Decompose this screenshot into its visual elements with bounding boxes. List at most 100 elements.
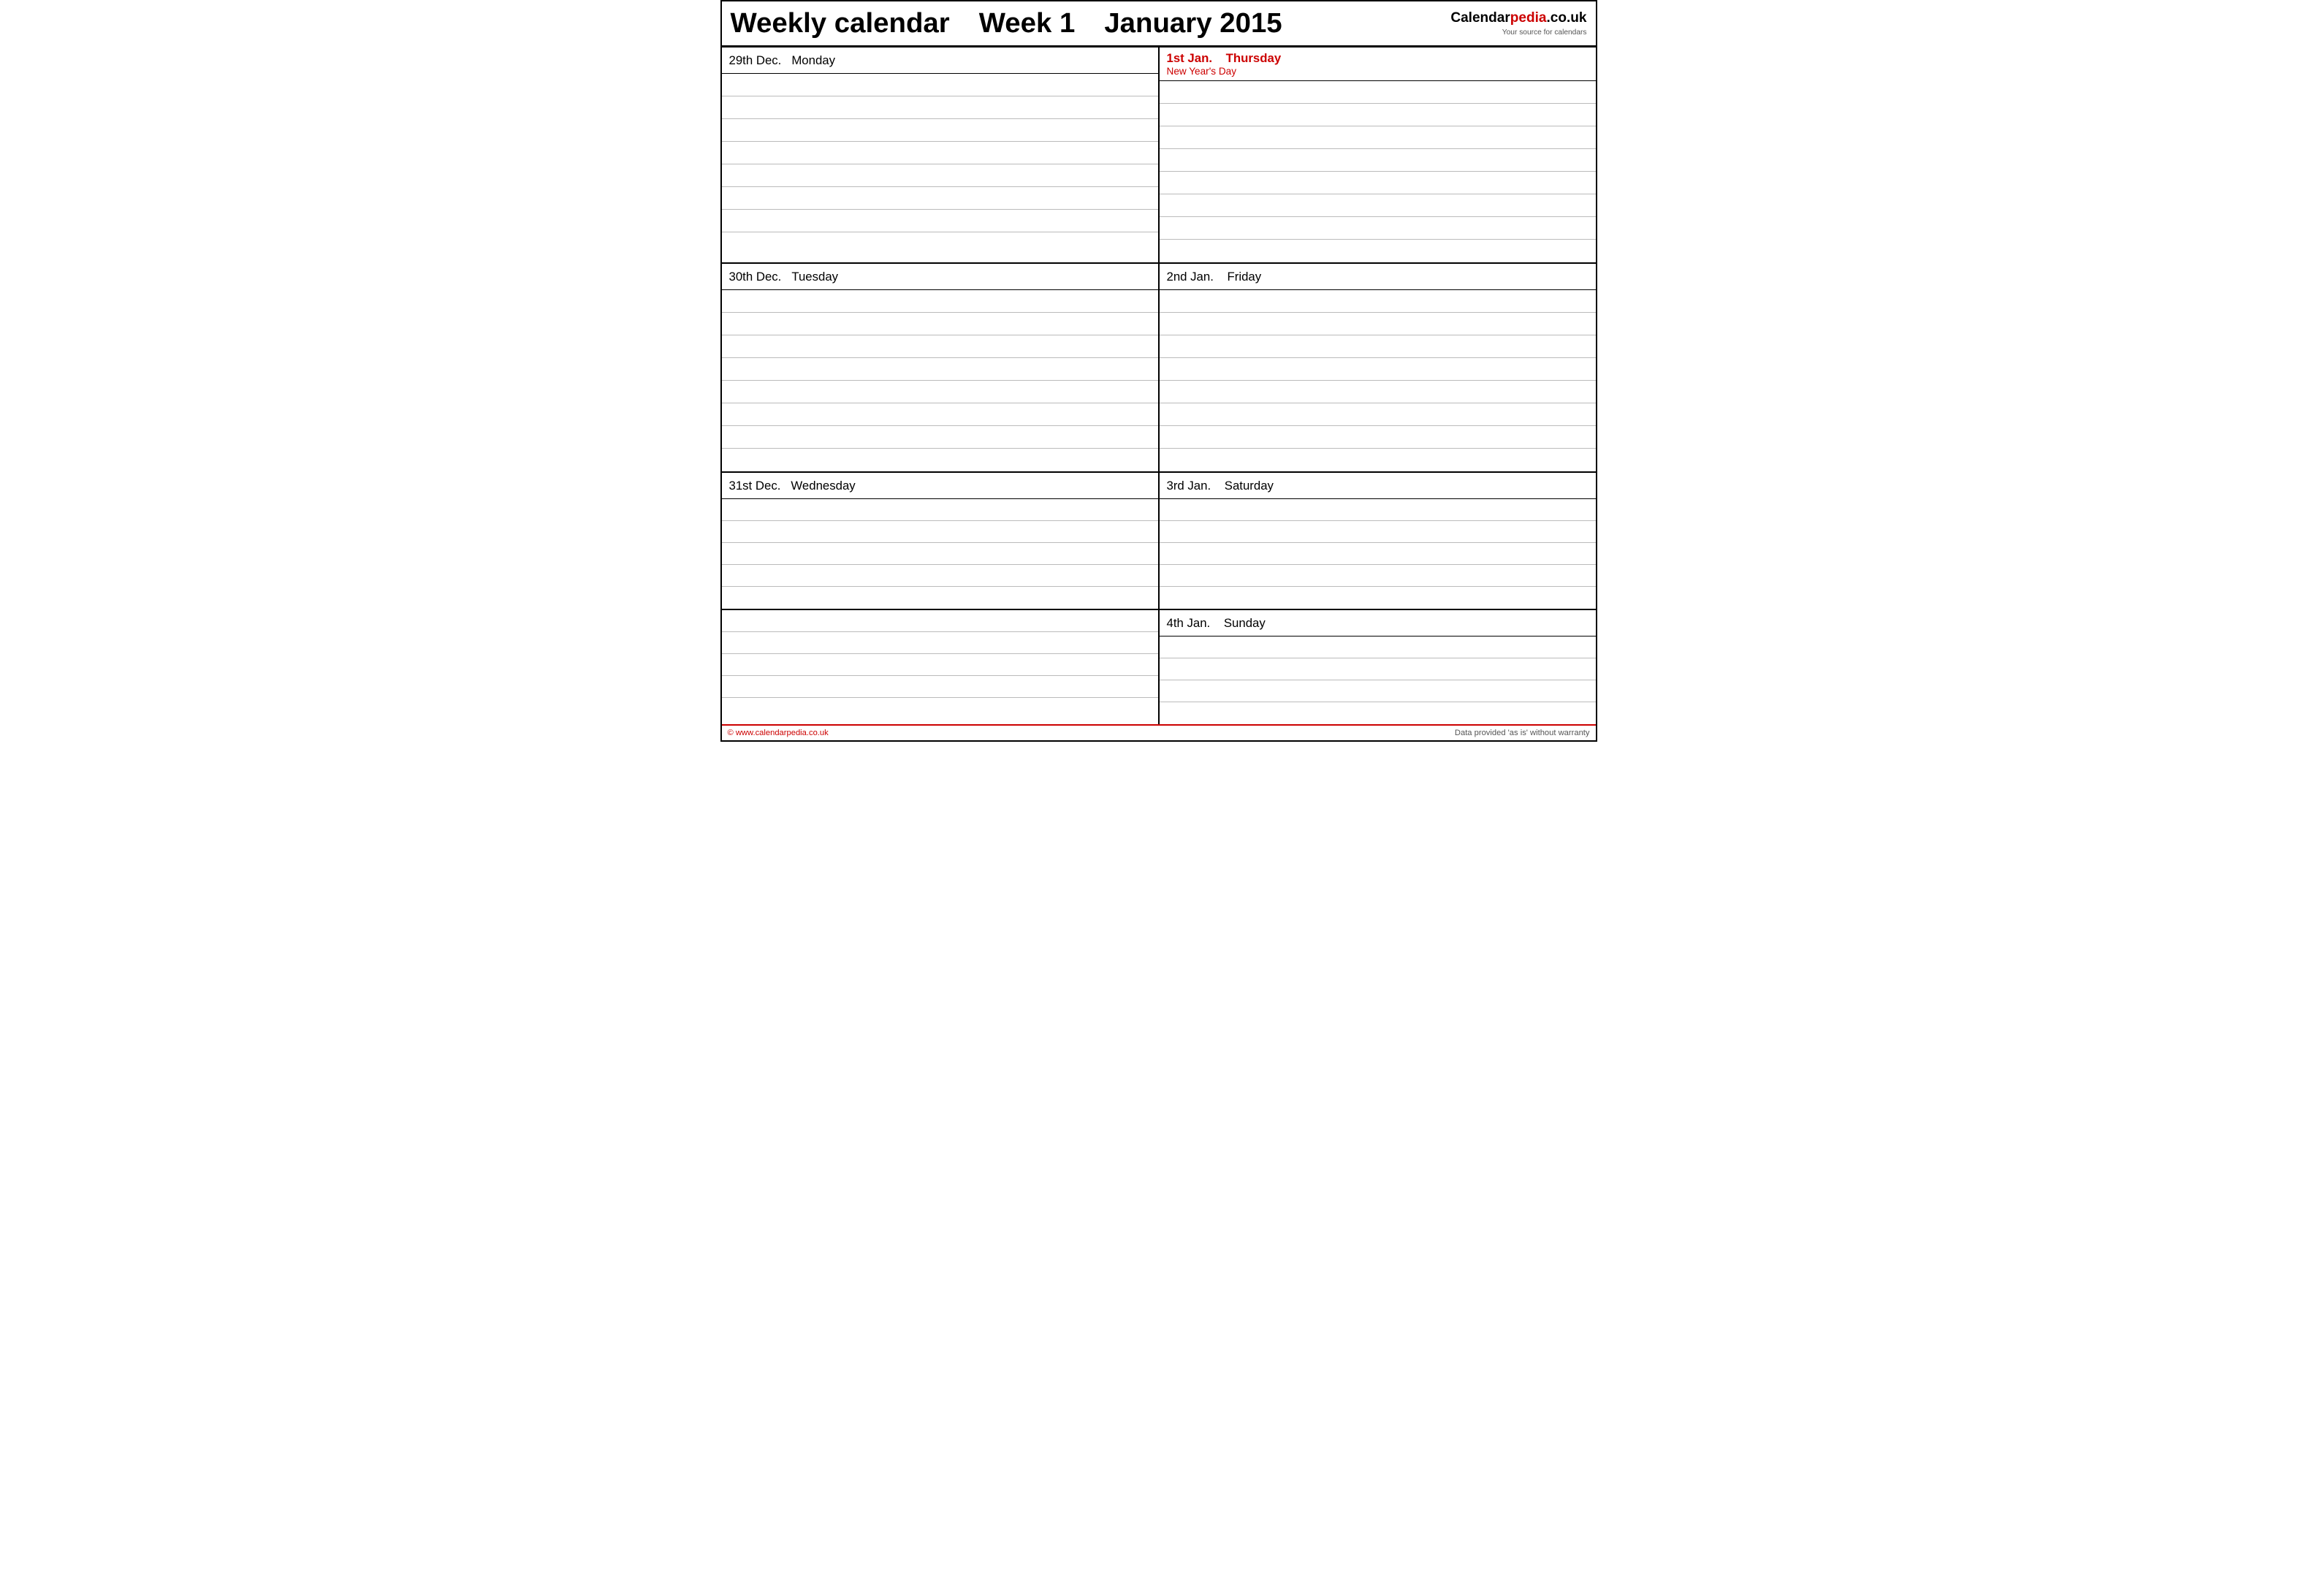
line-row — [1160, 702, 1596, 724]
day-thursday: 1st Jan. Thursday New Year's Day — [1160, 48, 1596, 262]
line-row — [722, 632, 1158, 654]
line-row — [722, 654, 1158, 676]
sunday-lines — [1160, 636, 1596, 724]
wednesday-label: 31st Dec. Wednesday — [729, 479, 1151, 493]
logo-subtitle: Your source for calendars — [1450, 28, 1586, 37]
header-left: Weekly calendar Week 1 January 2015 — [731, 7, 1282, 39]
line-row — [722, 290, 1158, 313]
tuesday-header: 30th Dec. Tuesday — [722, 264, 1158, 290]
calendar-body: 29th Dec. Monday 1st Jan. Thursday — [722, 48, 1596, 724]
line-row — [1160, 172, 1596, 194]
line-row — [722, 142, 1158, 164]
sunday-label: 4th Jan. Sunday — [1167, 616, 1589, 631]
line-row — [722, 74, 1158, 96]
day-monday: 29th Dec. Monday — [722, 48, 1160, 262]
line-row — [722, 232, 1158, 255]
line-row — [722, 676, 1158, 698]
page-title: Weekly calendar — [731, 7, 950, 39]
line-row — [722, 358, 1158, 381]
thursday-header: 1st Jan. Thursday New Year's Day — [1160, 48, 1596, 81]
line-row — [722, 403, 1158, 426]
line-row — [722, 335, 1158, 358]
thursday-holiday: New Year's Day — [1167, 66, 1589, 77]
line-row — [1160, 126, 1596, 149]
line-row — [1160, 81, 1596, 104]
line-row — [1160, 313, 1596, 335]
line-row — [1160, 403, 1596, 426]
line-row — [1160, 426, 1596, 449]
day-saturday: 3rd Jan. Saturday — [1160, 473, 1596, 609]
line-row — [722, 164, 1158, 187]
wednesday-header: 31st Dec. Wednesday — [722, 473, 1158, 499]
line-row — [1160, 335, 1596, 358]
line-row — [722, 565, 1158, 587]
line-row — [1160, 565, 1596, 587]
logo: Calendarpedia.co.uk Your source for cale… — [1450, 10, 1586, 37]
line-row — [722, 521, 1158, 543]
footer-disclaimer: Data provided 'as is' without warranty — [1455, 729, 1590, 737]
week-row-3: 31st Dec. Wednesday 3rd Jan. Saturday — [722, 473, 1596, 724]
empty-lines — [722, 610, 1158, 724]
line-row — [1160, 149, 1596, 172]
monday-label: 29th Dec. Monday — [729, 53, 1151, 68]
line-row — [722, 426, 1158, 449]
line-row — [722, 210, 1158, 232]
line-row — [722, 187, 1158, 210]
page-footer: © www.calendarpedia.co.uk Data provided … — [722, 724, 1596, 740]
logo-name: Calendarpedia.co.uk — [1450, 10, 1586, 28]
friday-label: 2nd Jan. Friday — [1167, 270, 1589, 284]
line-row — [722, 449, 1158, 471]
tuesday-lines — [722, 290, 1158, 471]
page-header: Weekly calendar Week 1 January 2015 Cale… — [722, 1, 1596, 48]
line-row — [1160, 636, 1596, 658]
saturday-lines — [1160, 499, 1596, 609]
week-label: Week 1 — [979, 7, 1076, 39]
line-row — [1160, 217, 1596, 240]
thursday-label: 1st Jan. Thursday — [1167, 51, 1589, 66]
line-row — [1160, 381, 1596, 403]
line-row — [722, 587, 1158, 609]
line-row — [1160, 499, 1596, 521]
line-row — [1160, 449, 1596, 471]
week-row-1: 29th Dec. Monday 1st Jan. Thursday — [722, 48, 1596, 264]
line-row — [1160, 543, 1596, 565]
line-row — [1160, 194, 1596, 217]
thursday-lines — [1160, 81, 1596, 262]
line-row — [722, 543, 1158, 565]
friday-lines — [1160, 290, 1596, 471]
footer-copyright: © www.calendarpedia.co.uk — [728, 729, 829, 737]
line-row — [722, 119, 1158, 142]
wednesday-lines — [722, 499, 1158, 609]
line-row — [722, 499, 1158, 521]
line-row — [1160, 587, 1596, 609]
sunday-row: 4th Jan. Sunday — [722, 610, 1596, 724]
line-row — [1160, 240, 1596, 262]
saturday-label: 3rd Jan. Saturday — [1167, 479, 1589, 493]
day-tuesday: 30th Dec. Tuesday — [722, 264, 1160, 471]
logo-red-text: pedia — [1510, 10, 1547, 26]
saturday-header: 3rd Jan. Saturday — [1160, 473, 1596, 499]
week-row-2: 30th Dec. Tuesday 2nd Jan. Friday — [722, 264, 1596, 473]
line-row — [722, 96, 1158, 119]
logo-domain: .co.uk — [1547, 10, 1587, 26]
sunday-header: 4th Jan. Sunday — [1160, 610, 1596, 636]
day-empty — [722, 610, 1160, 724]
monday-lines — [722, 74, 1158, 262]
tuesday-label: 30th Dec. Tuesday — [729, 270, 1151, 284]
line-row — [722, 698, 1158, 720]
line-row — [1160, 521, 1596, 543]
line-row — [1160, 680, 1596, 702]
monday-header: 29th Dec. Monday — [722, 48, 1158, 74]
wed-sat-row: 31st Dec. Wednesday 3rd Jan. Saturday — [722, 473, 1596, 610]
day-sunday: 4th Jan. Sunday — [1160, 610, 1596, 724]
line-row — [1160, 358, 1596, 381]
month-label: January 2015 — [1104, 7, 1282, 39]
line-row — [1160, 290, 1596, 313]
line-row — [722, 610, 1158, 632]
friday-header: 2nd Jan. Friday — [1160, 264, 1596, 290]
line-row — [1160, 658, 1596, 680]
line-row — [1160, 104, 1596, 126]
calendar-page: Weekly calendar Week 1 January 2015 Cale… — [720, 0, 1597, 742]
day-wednesday: 31st Dec. Wednesday — [722, 473, 1160, 609]
line-row — [722, 313, 1158, 335]
